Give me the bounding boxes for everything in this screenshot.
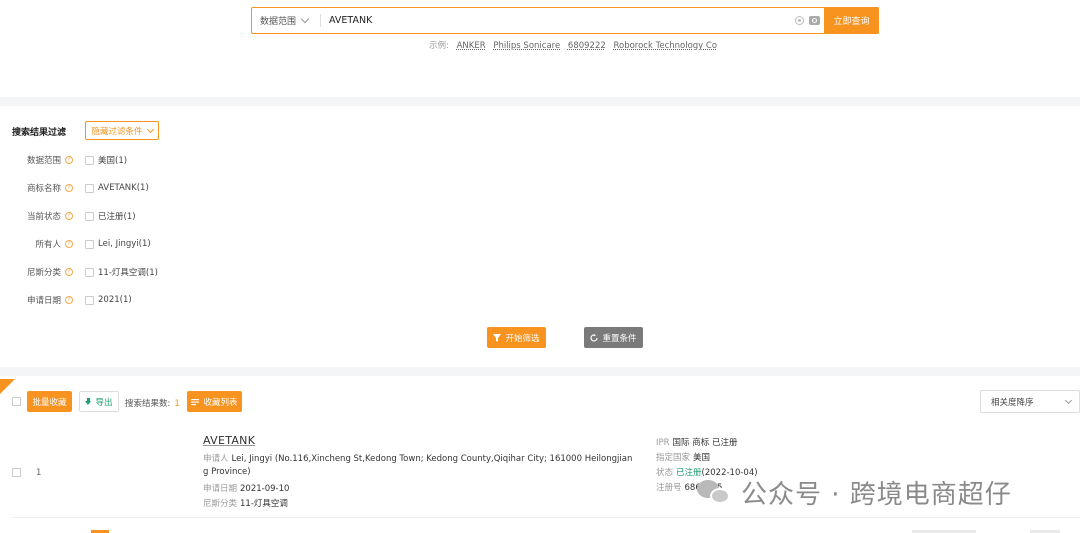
- filter-option[interactable]: Lei, Jingyi(1): [98, 239, 151, 249]
- watermark-text: 公众号 · 跨境电商超仔: [741, 480, 1012, 510]
- date-value: 2021-09-10: [240, 484, 290, 494]
- filter-checkbox[interactable]: [85, 267, 94, 277]
- ipr-line: IPR 国际 商标 已注册: [656, 436, 737, 448]
- applicant-line-cont: g Province): [203, 467, 251, 477]
- favorites-list-label: 收藏列表: [203, 397, 238, 408]
- filter-row-name: 商标名称 ? AVETANK(1): [0, 181, 149, 195]
- help-icon[interactable]: ?: [65, 212, 73, 220]
- result-index: 1: [36, 468, 42, 478]
- wechat-icon: [697, 478, 733, 508]
- export-label: 导出: [95, 397, 113, 408]
- status-label: 状态: [656, 468, 674, 478]
- date-label: 申请日期: [203, 484, 238, 494]
- search-input[interactable]: [329, 8, 779, 33]
- help-icon[interactable]: ?: [65, 184, 73, 192]
- scope-label: 数据范围: [260, 17, 297, 27]
- trademark-name-link[interactable]: AVETANK: [203, 434, 255, 447]
- count-label: 搜索结果数:: [125, 399, 171, 409]
- class-value: 11-灯具空调: [240, 499, 288, 509]
- list-icon: [191, 398, 200, 405]
- search-box: 数据范围 立即查询: [251, 7, 879, 34]
- ipr-value: 国际 商标 已注册: [672, 438, 738, 448]
- applicant-value-cont: g Province): [203, 467, 251, 477]
- applicant-value: Lei, Jingyi (No.116,Xincheng St,Kedong T…: [231, 454, 633, 464]
- filter-checkbox[interactable]: [85, 239, 94, 249]
- help-icon[interactable]: ?: [65, 156, 73, 164]
- filter-label: 尼斯分类: [26, 268, 61, 278]
- filter-title: 搜索结果过滤: [12, 128, 67, 138]
- filter-label: 所有人: [35, 240, 61, 250]
- applicant-line: 申请人 Lei, Jingyi (No.116,Xincheng St,Kedon…: [203, 452, 632, 464]
- count-value: 1: [174, 399, 180, 409]
- search-examples: 示例: ANKER Philips Sonicare 6809222 Robor…: [429, 39, 717, 51]
- class-label: 尼斯分类: [203, 499, 238, 509]
- refresh-icon: [590, 333, 599, 342]
- filter-label: 当前状态: [26, 212, 61, 222]
- clear-icon[interactable]: [795, 16, 804, 25]
- help-icon[interactable]: ?: [65, 240, 73, 248]
- class-line: 尼斯分类 11-灯具空调: [203, 497, 288, 509]
- export-button[interactable]: 导出: [79, 391, 119, 412]
- examples-label: 示例:: [429, 41, 449, 51]
- apply-filter-label: 开始筛选: [505, 333, 540, 344]
- section-separator: [0, 367, 1080, 376]
- chevron-down-icon: [1064, 396, 1073, 405]
- select-all-checkbox[interactable]: [12, 397, 21, 406]
- filter-checkbox[interactable]: [85, 295, 94, 305]
- chevron-down-icon: [146, 125, 154, 133]
- batch-favorite-button[interactable]: 批量收藏: [27, 391, 72, 412]
- result-count: 搜索结果数: 1: [125, 397, 180, 409]
- hide-filter-label: 隐藏过滤条件: [91, 126, 143, 137]
- sort-dropdown[interactable]: 相关度降序: [980, 390, 1080, 413]
- applicant-label: 申请人: [203, 454, 229, 464]
- reset-filter-button[interactable]: 重置条件: [584, 327, 643, 348]
- chevron-down-icon: [300, 14, 310, 24]
- filter-checkbox[interactable]: [85, 183, 94, 193]
- reset-filter-label: 重置条件: [602, 333, 637, 344]
- filter-row-date: 申请日期 ? 2021(1): [0, 293, 132, 307]
- filter-option[interactable]: 11-灯具空调(1): [98, 266, 158, 278]
- date-line: 申请日期 2021-09-10: [203, 482, 289, 494]
- reg-label: 注册号: [656, 483, 682, 493]
- favorites-list-button[interactable]: 收藏列表: [187, 391, 242, 412]
- filter-label: 申请日期: [26, 296, 61, 306]
- corner-ribbon: [0, 379, 15, 394]
- hide-filter-button[interactable]: 隐藏过滤条件: [85, 121, 159, 140]
- help-icon[interactable]: ?: [65, 296, 73, 304]
- filter-row-status: 当前状态 ? 已注册(1): [0, 209, 136, 223]
- filter-label: 商标名称: [26, 184, 61, 194]
- filter-row-scope: 数据范围 ? 美国(1): [0, 153, 127, 167]
- camera-icon[interactable]: [809, 16, 820, 25]
- scope-divider: [320, 14, 321, 27]
- scope-dropdown[interactable]: 数据范围: [252, 8, 320, 33]
- filter-checkbox[interactable]: [85, 155, 94, 165]
- section-separator: [0, 97, 1080, 106]
- country-line: 指定国家 美国: [656, 451, 710, 463]
- watermark: 公众号 · 跨境电商超仔: [697, 474, 1012, 511]
- country-label: 指定国家: [656, 453, 691, 463]
- example-link[interactable]: Philips Sonicare: [493, 41, 560, 51]
- example-link[interactable]: 6809222: [568, 41, 606, 51]
- download-icon: [85, 397, 92, 406]
- filter-row-nice-class: 尼斯分类 ? 11-灯具空调(1): [0, 265, 158, 279]
- filter-option[interactable]: 已注册(1): [98, 210, 136, 222]
- example-link[interactable]: Roborock Technology Co: [613, 41, 717, 51]
- sort-label: 相关度降序: [991, 397, 1034, 408]
- search-button[interactable]: 立即查询: [824, 7, 879, 34]
- filter-option[interactable]: 2021(1): [98, 295, 132, 305]
- row-divider: [12, 517, 1080, 518]
- apply-filter-button[interactable]: 开始筛选: [487, 327, 546, 348]
- country-value: 美国: [693, 453, 711, 463]
- help-icon[interactable]: ?: [65, 268, 73, 276]
- filter-label: 数据范围: [26, 156, 61, 166]
- filter-row-owner: 所有人 ? Lei, Jingyi(1): [0, 237, 151, 251]
- ipr-label: IPR: [656, 438, 670, 448]
- filter-option[interactable]: AVETANK(1): [98, 183, 149, 193]
- filter-checkbox[interactable]: [85, 211, 94, 221]
- result-checkbox[interactable]: [12, 468, 21, 477]
- filter-icon: [493, 333, 502, 342]
- example-link[interactable]: ANKER: [457, 41, 486, 51]
- filter-option[interactable]: 美国(1): [98, 154, 127, 166]
